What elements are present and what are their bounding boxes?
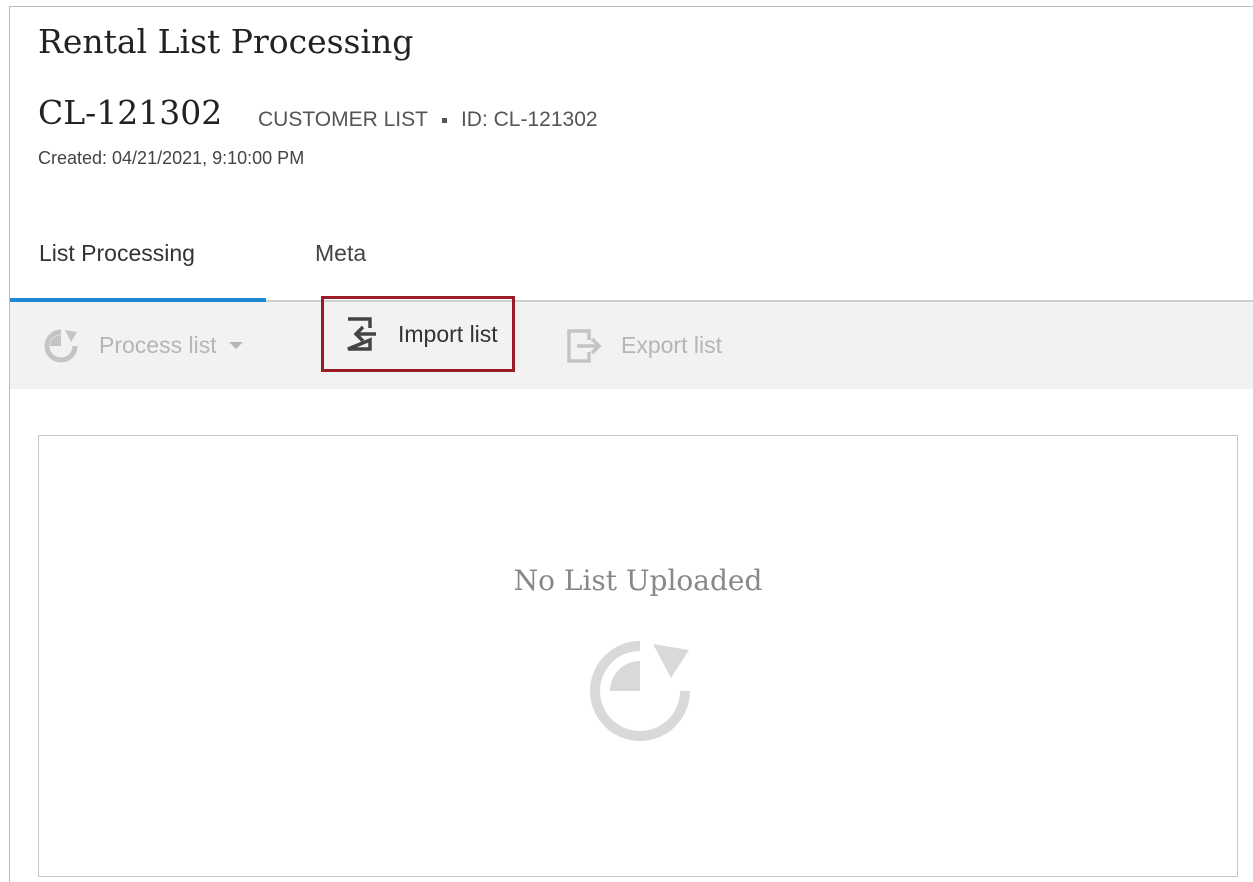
import-icon [340, 314, 380, 354]
tab-list-processing[interactable]: List Processing [39, 240, 195, 267]
import-list-button[interactable]: Import list [321, 296, 515, 372]
tab-bar: List Processing Meta [10, 222, 1253, 302]
created-timestamp: Created: 04/21/2021, 9:10:00 PM [38, 148, 305, 168]
process-cycle-icon [585, 636, 695, 751]
toolbar: Process list Import list Export list [10, 296, 1253, 389]
record-id: CL-121302 [38, 93, 223, 132]
export-list-button[interactable]: Export list [563, 302, 722, 389]
record-type: CUSTOMER LIST [258, 108, 428, 131]
empty-state-message: No List Uploaded [513, 564, 763, 597]
chevron-down-icon [228, 342, 243, 349]
import-list-label: Import list [398, 320, 498, 347]
process-list-button[interactable]: Process list [41, 302, 243, 389]
record-ref: ID: CL-121302 [460, 108, 598, 131]
separator-dot [441, 117, 447, 123]
page-title: Rental List Processing [38, 22, 414, 61]
process-cycle-icon [41, 326, 81, 366]
record-meta: CUSTOMER LIST ID: CL-121302 [258, 108, 598, 132]
process-list-label: Process list [99, 332, 217, 358]
list-panel: No List Uploaded [38, 435, 1238, 877]
tab-meta[interactable]: Meta [315, 240, 366, 267]
export-list-label: Export list [621, 332, 722, 358]
export-icon [563, 326, 603, 366]
